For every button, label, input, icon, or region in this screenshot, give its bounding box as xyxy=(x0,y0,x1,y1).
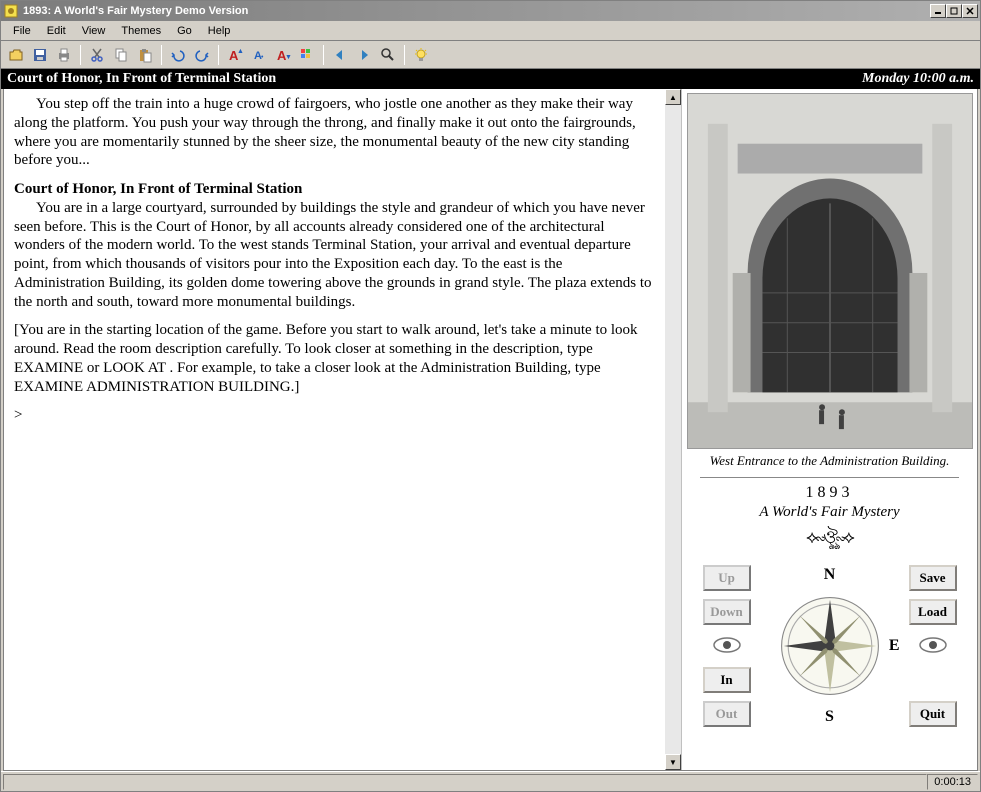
image-caption: West Entrance to the Administration Buil… xyxy=(710,453,950,469)
story-pane[interactable]: You step off the train into a huge crowd… xyxy=(4,89,665,770)
font-smaller-icon[interactable]: A▼ xyxy=(272,44,294,66)
scroll-down-icon[interactable]: ▼ xyxy=(665,754,681,770)
redo-icon[interactable] xyxy=(191,44,213,66)
flourish-icon: ⟡∾ঔৣ∾⟡ xyxy=(759,523,899,554)
command-prompt[interactable]: > xyxy=(14,406,655,425)
save-icon[interactable] xyxy=(29,44,51,66)
font-normal-icon[interactable]: A• xyxy=(248,44,270,66)
statusbar: 0:00:13 xyxy=(1,771,980,791)
divider xyxy=(700,477,958,478)
scroll-track[interactable] xyxy=(665,105,681,754)
up-button[interactable]: Up xyxy=(703,565,751,591)
svg-text:▲: ▲ xyxy=(237,48,243,55)
down-button[interactable]: Down xyxy=(703,599,751,625)
svg-text:▼: ▼ xyxy=(285,54,291,61)
window-title: 1893: A World's Fair Mystery Demo Versio… xyxy=(23,5,930,17)
font-larger-icon[interactable]: A▲ xyxy=(224,44,246,66)
open-icon[interactable] xyxy=(5,44,27,66)
print-icon[interactable] xyxy=(53,44,75,66)
location-image xyxy=(687,93,973,449)
app-icon xyxy=(3,3,19,19)
svg-text:•: • xyxy=(261,54,264,61)
color-icon[interactable] xyxy=(296,44,318,66)
forward-icon[interactable] xyxy=(353,44,375,66)
menu-view[interactable]: View xyxy=(74,23,114,39)
save-button[interactable]: Save xyxy=(909,565,957,591)
menu-help[interactable]: Help xyxy=(200,23,239,39)
location-text: Court of Honor, In Front of Terminal Sta… xyxy=(7,71,862,87)
titlebar: 1893: A World's Fair Mystery Demo Versio… xyxy=(1,1,980,21)
out-button[interactable]: Out xyxy=(703,701,751,727)
in-button[interactable]: In xyxy=(703,667,751,693)
story-body: You are in a large courtyard, surrounded… xyxy=(14,199,655,312)
menu-go[interactable]: Go xyxy=(169,23,200,39)
copy-icon[interactable] xyxy=(110,44,132,66)
cut-icon[interactable] xyxy=(86,44,108,66)
compass[interactable]: N S E xyxy=(760,566,900,726)
story-intro: You step off the train into a huge crowd… xyxy=(14,95,655,170)
menubar: File Edit View Themes Go Help xyxy=(1,21,980,41)
story-hint: [You are in the starting location of the… xyxy=(14,321,655,396)
scroll-up-icon[interactable]: ▲ xyxy=(665,89,681,105)
logo-subtitle: A World's Fair Mystery xyxy=(759,504,899,521)
maximize-button[interactable] xyxy=(946,4,962,18)
compass-s[interactable]: S xyxy=(825,708,834,726)
back-icon[interactable] xyxy=(329,44,351,66)
scrollbar[interactable]: ▲ ▼ xyxy=(665,89,681,770)
nav-panel: Up Down In Out N S E xyxy=(701,562,959,730)
eye-left-icon[interactable] xyxy=(712,635,742,658)
logo-year: 1893 xyxy=(759,484,899,502)
location-bar: Court of Honor, In Front of Terminal Sta… xyxy=(1,69,980,89)
game-time: Monday 10:00 a.m. xyxy=(862,71,974,87)
story-heading: Court of Honor, In Front of Terminal Sta… xyxy=(14,180,655,199)
content-area: You step off the train into a huge crowd… xyxy=(3,89,978,771)
close-button[interactable] xyxy=(962,4,978,18)
menu-file[interactable]: File xyxy=(5,23,39,39)
menu-edit[interactable]: Edit xyxy=(39,23,74,39)
paste-icon[interactable] xyxy=(134,44,156,66)
load-button[interactable]: Load xyxy=(909,599,957,625)
menu-themes[interactable]: Themes xyxy=(113,23,169,39)
status-timer: 0:00:13 xyxy=(927,774,978,790)
toolbar: A▲ A• A▼ xyxy=(1,41,980,69)
compass-e[interactable]: E xyxy=(889,637,900,655)
side-pane: West Entrance to the Administration Buil… xyxy=(681,89,977,770)
undo-icon[interactable] xyxy=(167,44,189,66)
game-logo: 1893 A World's Fair Mystery ⟡∾ঔৣ∾⟡ xyxy=(759,484,899,554)
bulb-icon[interactable] xyxy=(410,44,432,66)
compass-n[interactable]: N xyxy=(824,566,836,584)
status-main xyxy=(3,774,927,790)
search-icon[interactable] xyxy=(377,44,399,66)
compass-rose-icon[interactable] xyxy=(775,591,885,701)
eye-right-icon[interactable] xyxy=(918,635,948,658)
quit-button[interactable]: Quit xyxy=(909,701,957,727)
minimize-button[interactable] xyxy=(930,4,946,18)
